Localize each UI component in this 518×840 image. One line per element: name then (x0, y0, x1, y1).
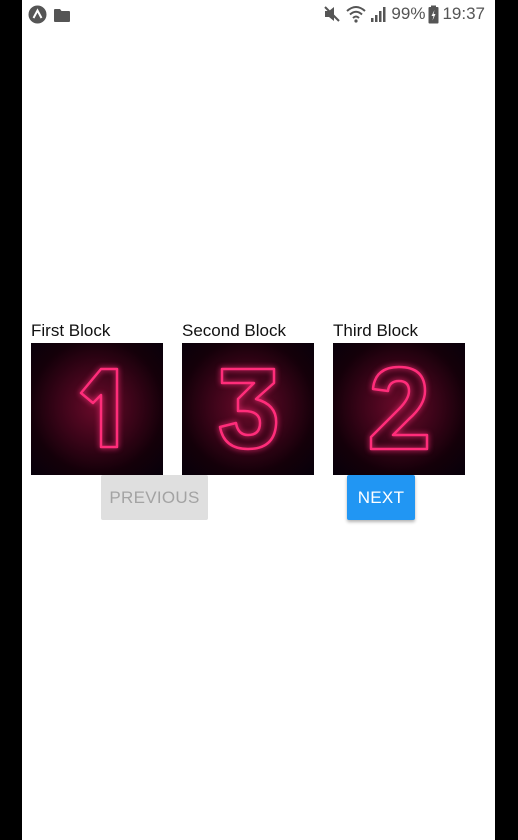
battery-icon (428, 5, 439, 24)
next-button[interactable]: NEXT (347, 475, 415, 520)
battery-percent: 99% (391, 4, 426, 23)
app-screen: 99% 19:37 First Block Second Block Third… (22, 0, 495, 840)
block-label: First Block (31, 321, 111, 340)
wifi-icon (345, 4, 367, 24)
block-label: Second Block (182, 321, 286, 340)
neon-number-two-image (333, 343, 465, 475)
block-third: Third Block (333, 320, 465, 475)
block-label: Third Block (333, 321, 419, 340)
mute-icon (322, 4, 342, 24)
neon-number-three-image (182, 343, 314, 475)
folder-icon (53, 7, 71, 28)
app-logo-icon (28, 5, 47, 29)
neon-number-one-image (31, 343, 163, 475)
previous-button[interactable]: PREVIOUS (101, 475, 208, 520)
status-left-icons (28, 5, 71, 29)
clock: 19:37 (442, 4, 485, 23)
signal-icon (370, 4, 388, 24)
status-bar: 99% 19:37 (22, 0, 495, 30)
block-first: First Block (31, 320, 163, 475)
block-second: Second Block (182, 320, 314, 475)
status-right-icons: 99% 19:37 (322, 4, 485, 24)
